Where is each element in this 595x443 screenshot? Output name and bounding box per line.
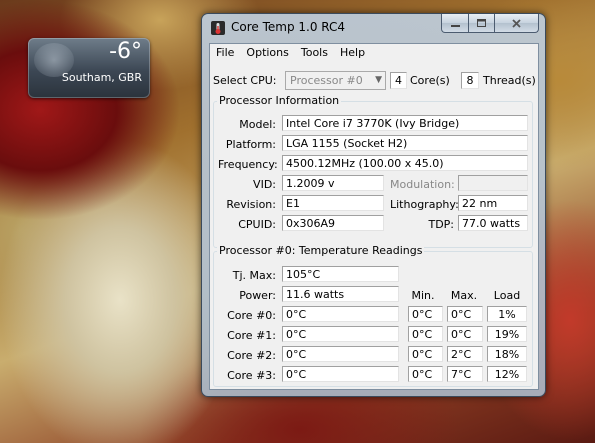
menu-help[interactable]: Help [334, 44, 371, 62]
weather-temperature: -6° [109, 39, 142, 64]
lithography-label: Lithography: [390, 198, 459, 211]
modulation-field [458, 175, 528, 191]
cores-label: Core(s) [410, 74, 450, 87]
core-min-field: 0°C [408, 366, 443, 382]
platform-field: LGA 1155 (Socket H2) [282, 135, 528, 151]
close-button[interactable] [495, 14, 539, 33]
chevron-down-icon: ▼ [375, 75, 382, 85]
core-temp-window: Core Temp 1.0 RC4 File Options Tools Hel… [201, 13, 546, 397]
cores-count: 4 [390, 72, 407, 89]
minimize-icon [450, 25, 460, 27]
core-min-field: 0°C [408, 346, 443, 362]
tdp-field: 77.0 watts [458, 215, 528, 231]
vid-field: 1.2009 v [282, 175, 384, 191]
cpuid-label: CPUID: [238, 218, 276, 231]
core-load-field: 12% [487, 366, 527, 382]
min-column-header: Min. [411, 289, 435, 302]
close-icon [512, 18, 521, 28]
model-label: Model: [239, 118, 276, 131]
modulation-label: Modulation: [390, 178, 455, 191]
title-bar[interactable]: Core Temp 1.0 RC4 [202, 14, 545, 42]
core-temp-field: 0°C [282, 346, 399, 362]
minimize-button[interactable] [441, 14, 469, 33]
weather-location: Southam, GBR [61, 71, 142, 84]
core-label: Core #0: [227, 309, 276, 322]
window-title: Core Temp 1.0 RC4 [231, 20, 346, 34]
max-column-header: Max. [450, 289, 478, 302]
frequency-label: Frequency: [218, 158, 278, 171]
processor-info-title: Processor Information [217, 94, 342, 107]
revision-label: Revision: [226, 198, 276, 211]
core-max-field: 7°C [447, 366, 483, 382]
tjmax-field: 105°C [282, 266, 399, 282]
core-max-field: 0°C [447, 306, 483, 322]
frequency-field: 4500.12MHz (100.00 x 45.0) [282, 155, 528, 171]
core-temp-field: 0°C [282, 366, 399, 382]
core-min-field: 0°C [408, 306, 443, 322]
maximize-icon [477, 19, 486, 27]
core-label: Core #1: [227, 329, 276, 342]
lithography-field: 22 nm [458, 195, 528, 211]
tjmax-label: Tj. Max: [232, 269, 276, 282]
core-min-field: 0°C [408, 326, 443, 342]
tdp-label: TDP: [428, 218, 454, 231]
maximize-button[interactable] [469, 14, 495, 33]
core-load-field: 18% [487, 346, 527, 362]
select-cpu-label: Select CPU: [213, 74, 277, 87]
threads-count: 8 [461, 72, 479, 89]
model-field: Intel Core i7 3770K (Ivy Bridge) [282, 115, 528, 131]
menu-options[interactable]: Options [240, 44, 294, 62]
revision-field: E1 [282, 195, 384, 211]
cpuid-field: 0x306A9 [282, 215, 384, 231]
core-max-field: 2°C [447, 346, 483, 362]
core-temp-field: 0°C [282, 306, 399, 322]
menu-tools[interactable]: Tools [295, 44, 334, 62]
menu-bar: File Options Tools Help [210, 44, 538, 62]
cpu-select-dropdown[interactable]: Processor #0 ▼ [285, 71, 386, 90]
window-client-area: File Options Tools Help Select CPU: Proc… [209, 43, 539, 390]
core-max-field: 0°C [447, 326, 483, 342]
core-label: Core #3: [227, 369, 276, 382]
weather-gadget[interactable]: -6° Southam, GBR [28, 38, 150, 98]
cpu-select-value: Processor #0 [290, 74, 363, 87]
temperature-readings-title: Processor #0: Temperature Readings [217, 244, 425, 257]
app-thermometer-icon [211, 21, 225, 35]
threads-label: Thread(s) [483, 74, 536, 87]
core-load-field: 1% [487, 306, 527, 322]
core-temp-field: 0°C [282, 326, 399, 342]
load-column-header: Load [493, 289, 521, 302]
core-label: Core #2: [227, 349, 276, 362]
core-load-field: 19% [487, 326, 527, 342]
menu-file[interactable]: File [210, 44, 240, 62]
power-label: Power: [239, 289, 276, 302]
platform-label: Platform: [225, 138, 276, 151]
vid-label: VID: [253, 178, 276, 191]
power-field: 11.6 watts [282, 286, 399, 302]
